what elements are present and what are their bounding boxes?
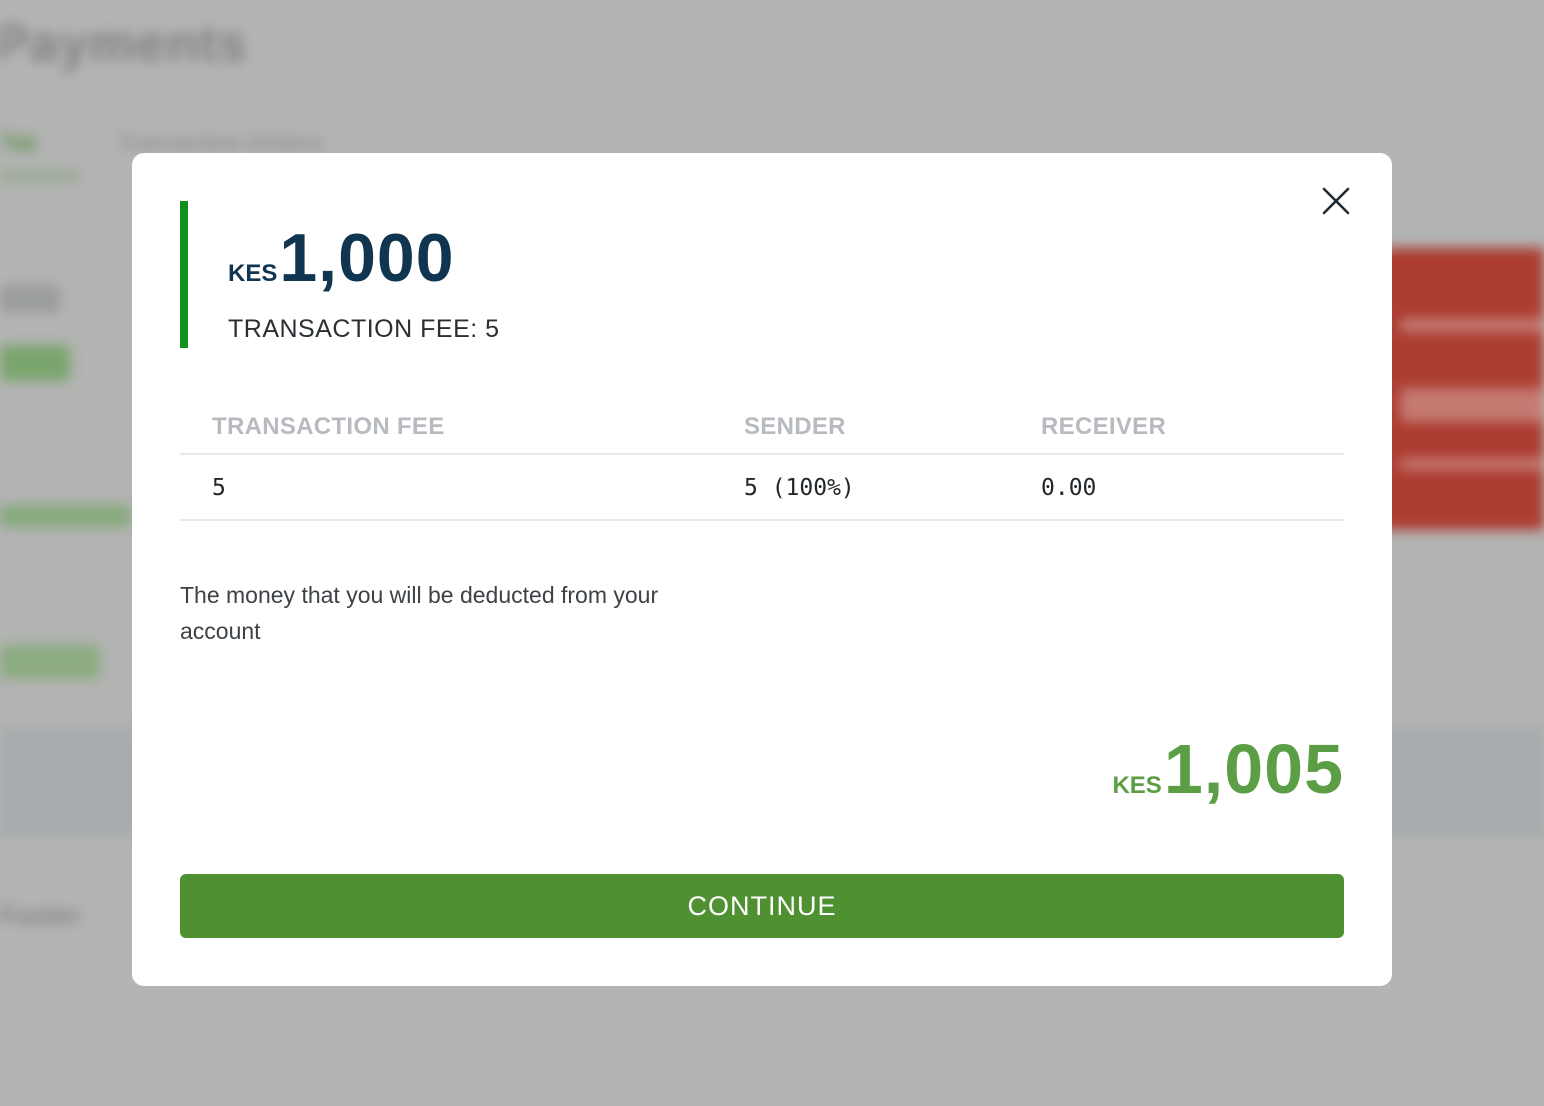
transaction-confirm-modal: KES 1,000 TRANSACTION FEE: 5 TRANSACTION… (132, 153, 1392, 986)
column-header-transaction-fee: TRANSACTION FEE (212, 413, 445, 440)
background-tab-indicator (0, 174, 80, 178)
amount-value: 1,000 (279, 220, 455, 296)
background-red-line (1400, 388, 1544, 422)
background-page-title: Payments (0, 15, 248, 73)
deduction-note: The money that you will be deducted from… (180, 582, 659, 644)
background-blob (0, 285, 60, 313)
background-blob (0, 505, 130, 527)
close-button[interactable] (1318, 183, 1354, 219)
column-header-sender: SENDER (744, 413, 846, 440)
cell-sender: 5 (100%) (744, 475, 855, 501)
cell-transaction-fee: 5 (212, 475, 226, 501)
background-blob (0, 345, 70, 381)
close-icon (1322, 187, 1350, 215)
total-currency: KES (1112, 772, 1162, 799)
amount-currency: KES (228, 260, 278, 287)
column-header-receiver: RECEIVER (1041, 413, 1167, 440)
background-blob (0, 645, 100, 679)
table-header: TRANSACTION FEE SENDER RECEIVER (180, 401, 1344, 455)
amount-accent-bar (180, 201, 188, 348)
amount-display: KES 1,000 (228, 219, 455, 299)
background-footer-text: Footer (0, 900, 81, 930)
cell-receiver: 0.00 (1041, 475, 1097, 501)
background-tab-1: Tab (0, 130, 38, 155)
total-amount-display: KES 1,005 (1112, 729, 1344, 809)
background-red-line (1400, 458, 1544, 470)
fee-breakdown-table: TRANSACTION FEE SENDER RECEIVER 5 5 (100… (180, 401, 1344, 521)
continue-button[interactable]: CONTINUE (180, 874, 1344, 938)
transaction-fee-summary: TRANSACTION FEE: 5 (228, 315, 500, 343)
background-red-line (1400, 318, 1544, 332)
table-row: 5 5 (100%) 0.00 (180, 455, 1344, 521)
background-red-card (1380, 248, 1544, 530)
total-value: 1,005 (1163, 730, 1344, 808)
